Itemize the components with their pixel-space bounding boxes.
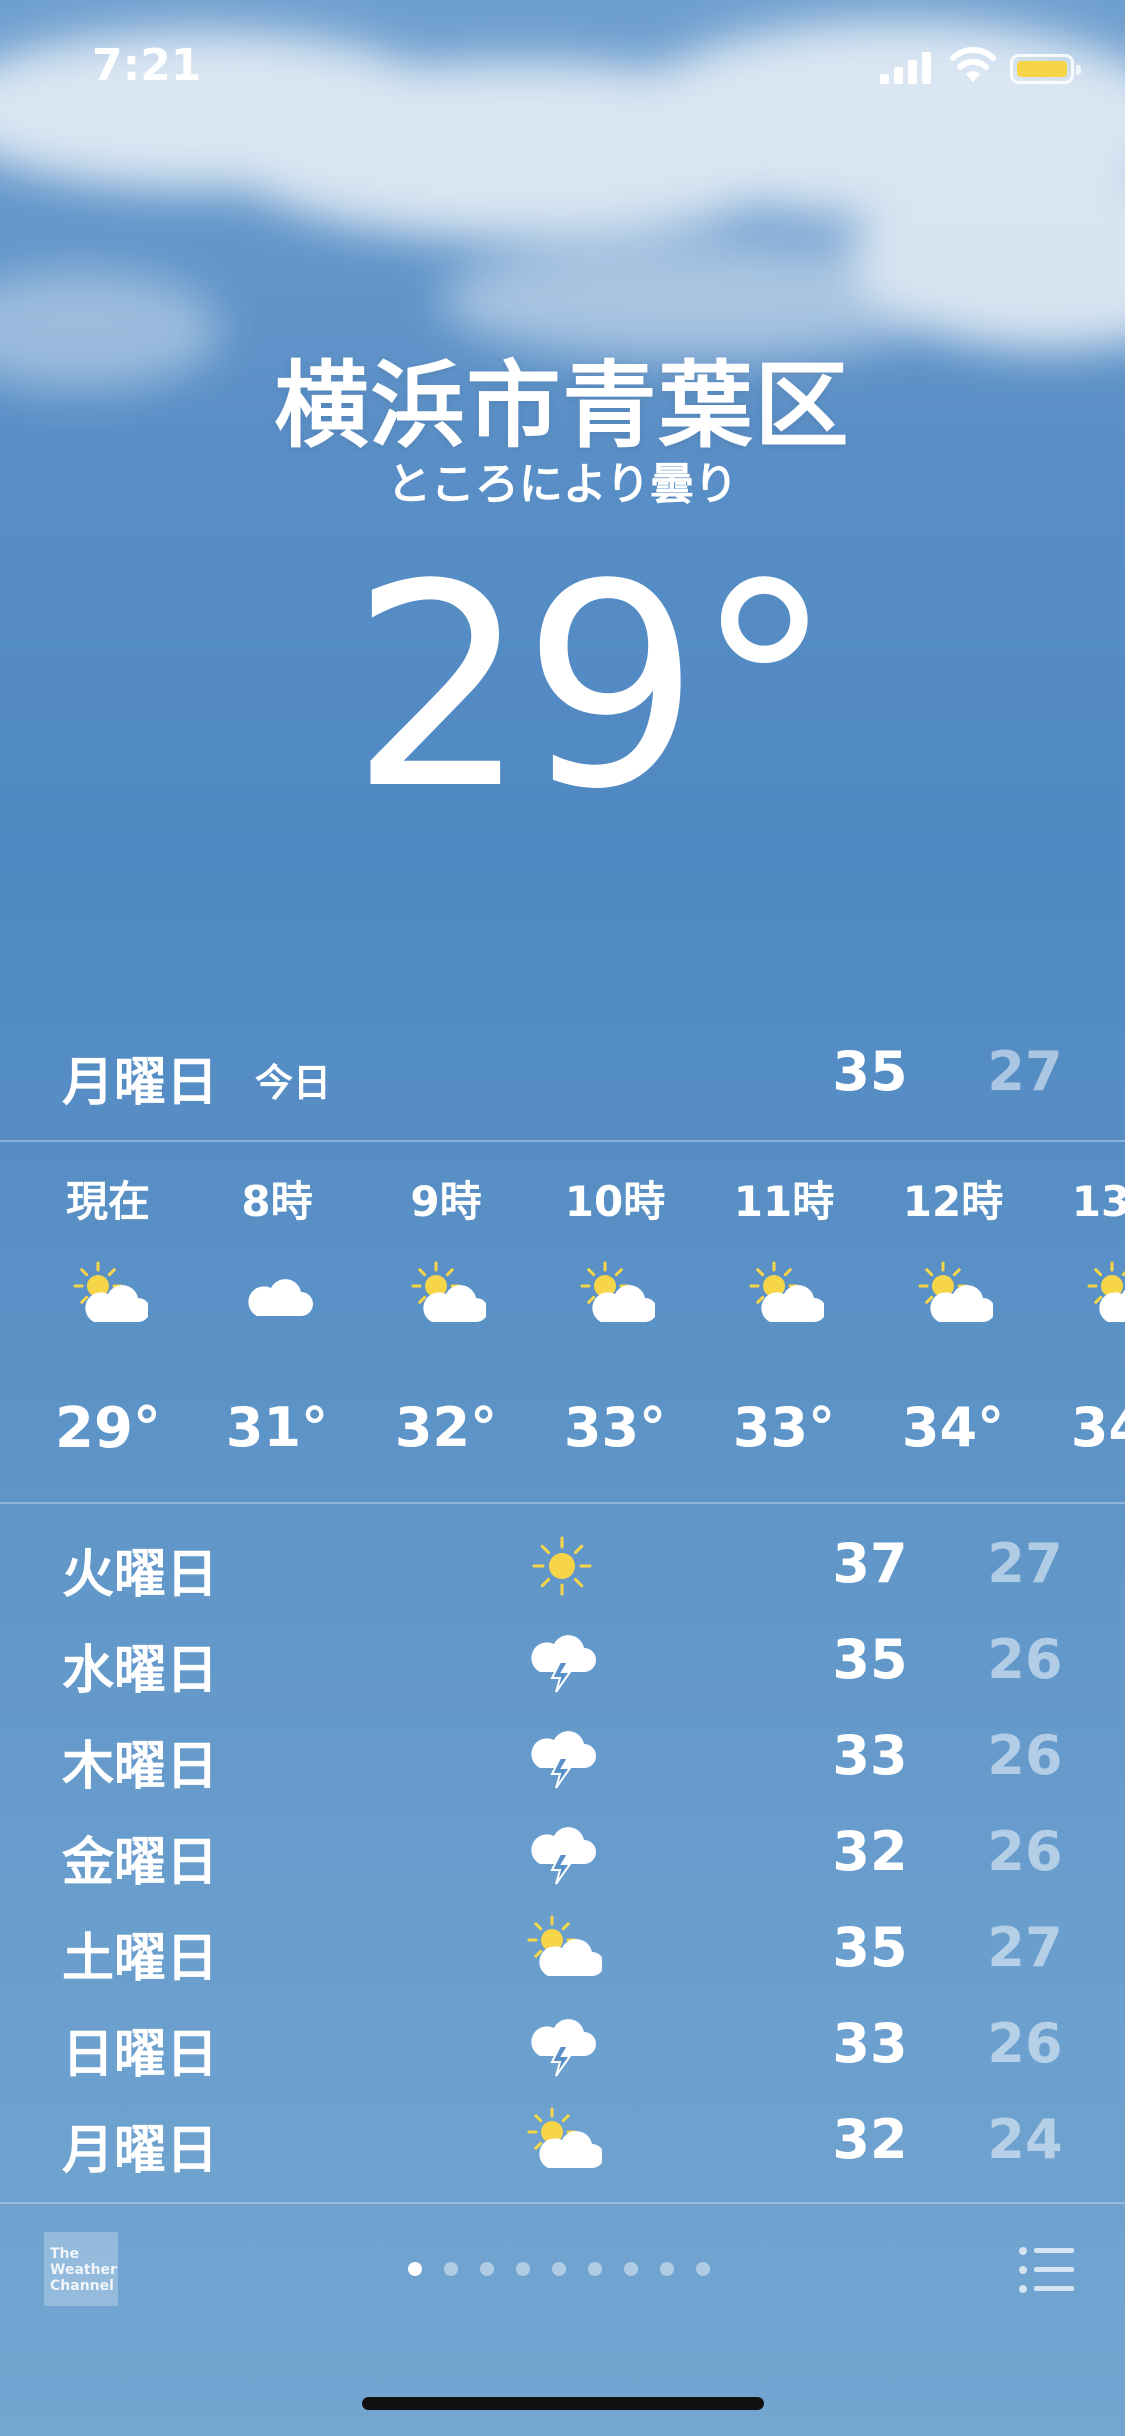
status-bar: 7:21 xyxy=(0,0,1125,140)
daily-low: 27 xyxy=(987,1532,1063,1595)
daily-high: 33 xyxy=(832,1724,908,1787)
divider xyxy=(0,1140,1125,1142)
daily-day: 水曜日 xyxy=(62,1641,219,1701)
page-dot[interactable] xyxy=(588,2262,602,2276)
hourly-time: 8時 xyxy=(241,1177,313,1226)
city-name: 横浜市青葉区 xyxy=(274,352,851,461)
daily-low: 24 xyxy=(987,2108,1063,2171)
daily-day: 木曜日 xyxy=(62,1737,219,1797)
thunderstorm-icon xyxy=(531,1731,596,1789)
daily-row: 月曜日 32 24 xyxy=(0,2094,1125,2190)
partly-cloudy-icon xyxy=(918,1261,995,1322)
city-list-icon[interactable] xyxy=(1018,2245,1074,2295)
partly-cloudy-icon xyxy=(527,1915,604,1976)
hourly-temp: 34° xyxy=(1070,1396,1125,1459)
hourly-time: 9時 xyxy=(410,1177,482,1226)
thunderstorm-icon xyxy=(531,1827,596,1885)
daily-day: 日曜日 xyxy=(62,2025,219,2085)
sunny-icon xyxy=(532,1536,592,1596)
page-dot[interactable] xyxy=(516,2262,530,2276)
battery-icon xyxy=(1010,54,1081,84)
hourly-item: 11時 33° xyxy=(700,1148,868,1498)
hourly-item: 13時 34° xyxy=(1038,1148,1125,1498)
divider xyxy=(0,1502,1125,1504)
daily-row: 水曜日 35 26 xyxy=(0,1614,1125,1710)
page-dot[interactable] xyxy=(624,2262,638,2276)
daily-high: 33 xyxy=(832,2012,908,2075)
partly-cloudy-icon xyxy=(411,1261,488,1322)
status-time: 7:21 xyxy=(92,40,202,91)
page-dot[interactable] xyxy=(444,2262,458,2276)
daily-day: 金曜日 xyxy=(62,1833,219,1893)
daily-low: 26 xyxy=(987,1724,1063,1787)
hourly-temp: 29° xyxy=(55,1396,161,1461)
partly-cloudy-icon xyxy=(73,1261,150,1322)
cloudy-icon xyxy=(248,1279,313,1316)
partly-cloudy-icon xyxy=(1087,1261,1125,1322)
cellular-signal-icon xyxy=(880,52,931,84)
hourly-time: 11時 xyxy=(733,1177,835,1226)
hourly-item: 12時 34° xyxy=(869,1148,1037,1498)
current-temperature: 29° xyxy=(350,525,834,851)
daily-low: 26 xyxy=(987,1820,1063,1883)
today-label: 今日 xyxy=(255,1061,332,1105)
page-dot[interactable] xyxy=(552,2262,566,2276)
wifi-icon xyxy=(950,47,996,82)
page-dot[interactable] xyxy=(408,2262,422,2276)
daily-day: 土曜日 xyxy=(62,1929,219,1989)
weather-channel-logo[interactable]: The Weather Channel xyxy=(44,2232,118,2306)
daily-high: 35 xyxy=(832,1628,908,1691)
page-dot[interactable] xyxy=(696,2262,710,2276)
daily-high: 35 xyxy=(832,1916,908,1979)
hourly-time: 10時 xyxy=(564,1177,666,1226)
hourly-forecast[interactable]: 現在 29° 8時 31° 9時 32° 10時 33° 11時 33° 12時… xyxy=(0,1148,1125,1498)
divider xyxy=(0,2202,1125,2204)
daily-row: 土曜日 35 27 xyxy=(0,1902,1125,1998)
daily-high: 32 xyxy=(832,1820,908,1883)
footer: The Weather Channel xyxy=(0,2205,1125,2345)
hourly-item: 9時 32° xyxy=(362,1148,530,1498)
hourly-time: 現在 xyxy=(65,1177,150,1226)
hourly-time: 13時 xyxy=(1071,1177,1125,1226)
partly-cloudy-icon xyxy=(580,1261,657,1322)
hourly-temp: 33° xyxy=(732,1396,836,1459)
current-condition: ところにより曇り xyxy=(386,459,739,510)
page-dot[interactable] xyxy=(480,2262,494,2276)
today-high: 35 xyxy=(832,1040,908,1103)
daily-row: 木曜日 33 26 xyxy=(0,1710,1125,1806)
thunderstorm-icon xyxy=(531,1635,596,1693)
page-dot[interactable] xyxy=(660,2262,674,2276)
daily-row: 日曜日 33 26 xyxy=(0,1998,1125,2094)
daily-row: 火曜日 37 27 xyxy=(0,1518,1125,1614)
daily-day: 月曜日 xyxy=(62,2121,219,2181)
daily-row: 金曜日 32 26 xyxy=(0,1806,1125,1902)
hourly-temp: 31° xyxy=(225,1396,329,1459)
hourly-item: 8時 31° xyxy=(193,1148,361,1498)
today-summary: 月曜日 今日 35 27 xyxy=(0,1030,1125,1140)
daily-low: 26 xyxy=(987,2012,1063,2075)
daily-low: 26 xyxy=(987,1628,1063,1691)
today-low: 27 xyxy=(987,1040,1063,1103)
home-indicator[interactable] xyxy=(362,2397,764,2410)
daily-low: 27 xyxy=(987,1916,1063,1979)
partly-cloudy-icon xyxy=(749,1261,826,1322)
hourly-item: 10時 33° xyxy=(531,1148,699,1498)
thunderstorm-icon xyxy=(531,2019,596,2077)
daily-day: 火曜日 xyxy=(62,1545,219,1605)
hourly-temp: 33° xyxy=(563,1396,667,1459)
daily-high: 32 xyxy=(832,2108,908,2171)
today-day: 月曜日 xyxy=(62,1053,219,1113)
daily-high: 37 xyxy=(832,1532,908,1595)
hourly-temp: 32° xyxy=(394,1396,498,1459)
hourly-time: 12時 xyxy=(902,1177,1004,1226)
hourly-item: 現在 29° xyxy=(24,1148,192,1498)
partly-cloudy-icon xyxy=(527,2107,604,2168)
hourly-temp: 34° xyxy=(901,1396,1005,1459)
